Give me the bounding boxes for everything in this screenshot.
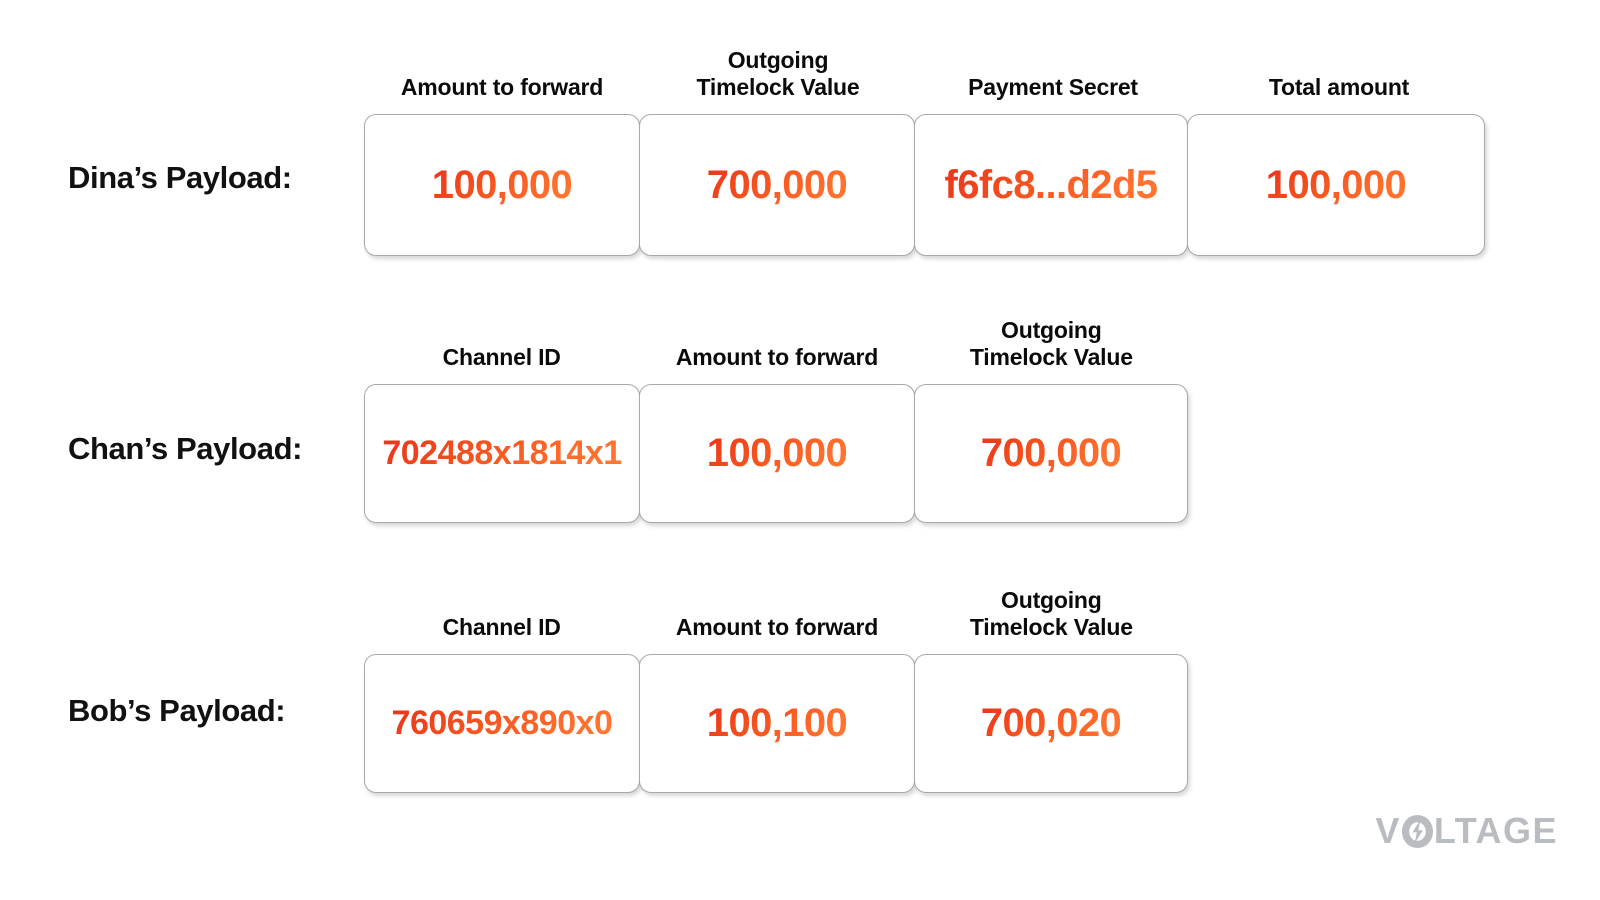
- payload-cell[interactable]: 100,000: [364, 114, 640, 256]
- header-outgoing-timelock-value: Outgoing Timelock Value: [915, 317, 1188, 380]
- payload-cell[interactable]: 700,000: [914, 384, 1188, 523]
- logo-text-after: LTAGE: [1433, 810, 1558, 851]
- payload-cell[interactable]: 100,000: [639, 384, 915, 523]
- column-headers-chan: Channel ID Amount to forward Outgoing Tim…: [364, 294, 1188, 380]
- lightning-bolt-o-icon: [1401, 814, 1433, 848]
- payload-cell[interactable]: 760659x890x0: [364, 654, 640, 793]
- payload-cell[interactable]: 100,100: [639, 654, 915, 793]
- payload-boxes-bob: 760659x890x0 100,100 700,020: [364, 654, 1188, 793]
- header-text: Amount to forward: [675, 344, 879, 371]
- row-label-dina: Dina’s Payload:: [68, 160, 292, 195]
- payload-cell[interactable]: 702488x1814x1: [364, 384, 640, 523]
- header-outgoing-timelock-value: Outgoing Timelock Value: [640, 47, 916, 110]
- payload-cell[interactable]: 700,000: [639, 114, 915, 256]
- payload-boxes-chan: 702488x1814x1 100,000 700,000: [364, 384, 1188, 523]
- column-headers-bob: Channel ID Amount to forward Outgoing Tim…: [364, 564, 1188, 650]
- header-text: Amount to forward: [400, 74, 604, 101]
- header-text: Outgoing Timelock Value: [696, 47, 860, 101]
- header-payment-secret: Payment Secret: [916, 74, 1190, 110]
- header-total-amount: Total amount: [1190, 74, 1488, 110]
- header-amount-to-forward: Amount to forward: [639, 614, 914, 650]
- header-text: Channel ID: [442, 344, 561, 371]
- row-label-chan: Chan’s Payload:: [68, 431, 303, 466]
- payload-cell[interactable]: 700,020: [914, 654, 1188, 793]
- header-text: Outgoing Timelock Value: [969, 317, 1133, 371]
- cell-value: 702488x1814x1: [382, 434, 622, 472]
- cell-value: 100,100: [706, 701, 848, 745]
- header-text: Total amount: [1268, 74, 1410, 101]
- header-text: Amount to forward: [675, 614, 879, 641]
- cell-value: 700,000: [980, 431, 1122, 475]
- header-channel-id: Channel ID: [364, 344, 639, 380]
- diagram-canvas: Dina’s Payload: Amount to forward Outgoi…: [0, 0, 1600, 900]
- cell-value: f6fc8...d2d5: [944, 162, 1158, 207]
- header-amount-to-forward: Amount to forward: [364, 74, 640, 110]
- header-channel-id: Channel ID: [364, 614, 639, 650]
- cell-value: 700,020: [980, 701, 1122, 745]
- header-text: Outgoing Timelock Value: [969, 587, 1133, 641]
- column-headers-dina: Amount to forward Outgoing Timelock Value…: [364, 24, 1488, 110]
- cell-value: 100,000: [706, 431, 848, 475]
- payload-cell[interactable]: f6fc8...d2d5: [914, 114, 1188, 256]
- logo-text-before: V: [1375, 810, 1401, 851]
- cell-value: 700,000: [706, 162, 848, 207]
- row-label-bob: Bob’s Payload:: [68, 693, 286, 728]
- header-amount-to-forward: Amount to forward: [639, 344, 914, 380]
- cell-value: 760659x890x0: [391, 704, 613, 742]
- header-text: Payment Secret: [968, 74, 1138, 101]
- header-outgoing-timelock-value: Outgoing Timelock Value: [915, 587, 1188, 650]
- header-text: Channel ID: [442, 614, 561, 641]
- payload-boxes-dina: 100,000 700,000 f6fc8...d2d5 100,000: [364, 114, 1485, 256]
- voltage-logo: V LTAGE: [1375, 810, 1558, 852]
- payload-cell[interactable]: 100,000: [1187, 114, 1485, 256]
- cell-value: 100,000: [431, 162, 573, 207]
- cell-value: 100,000: [1265, 162, 1407, 207]
